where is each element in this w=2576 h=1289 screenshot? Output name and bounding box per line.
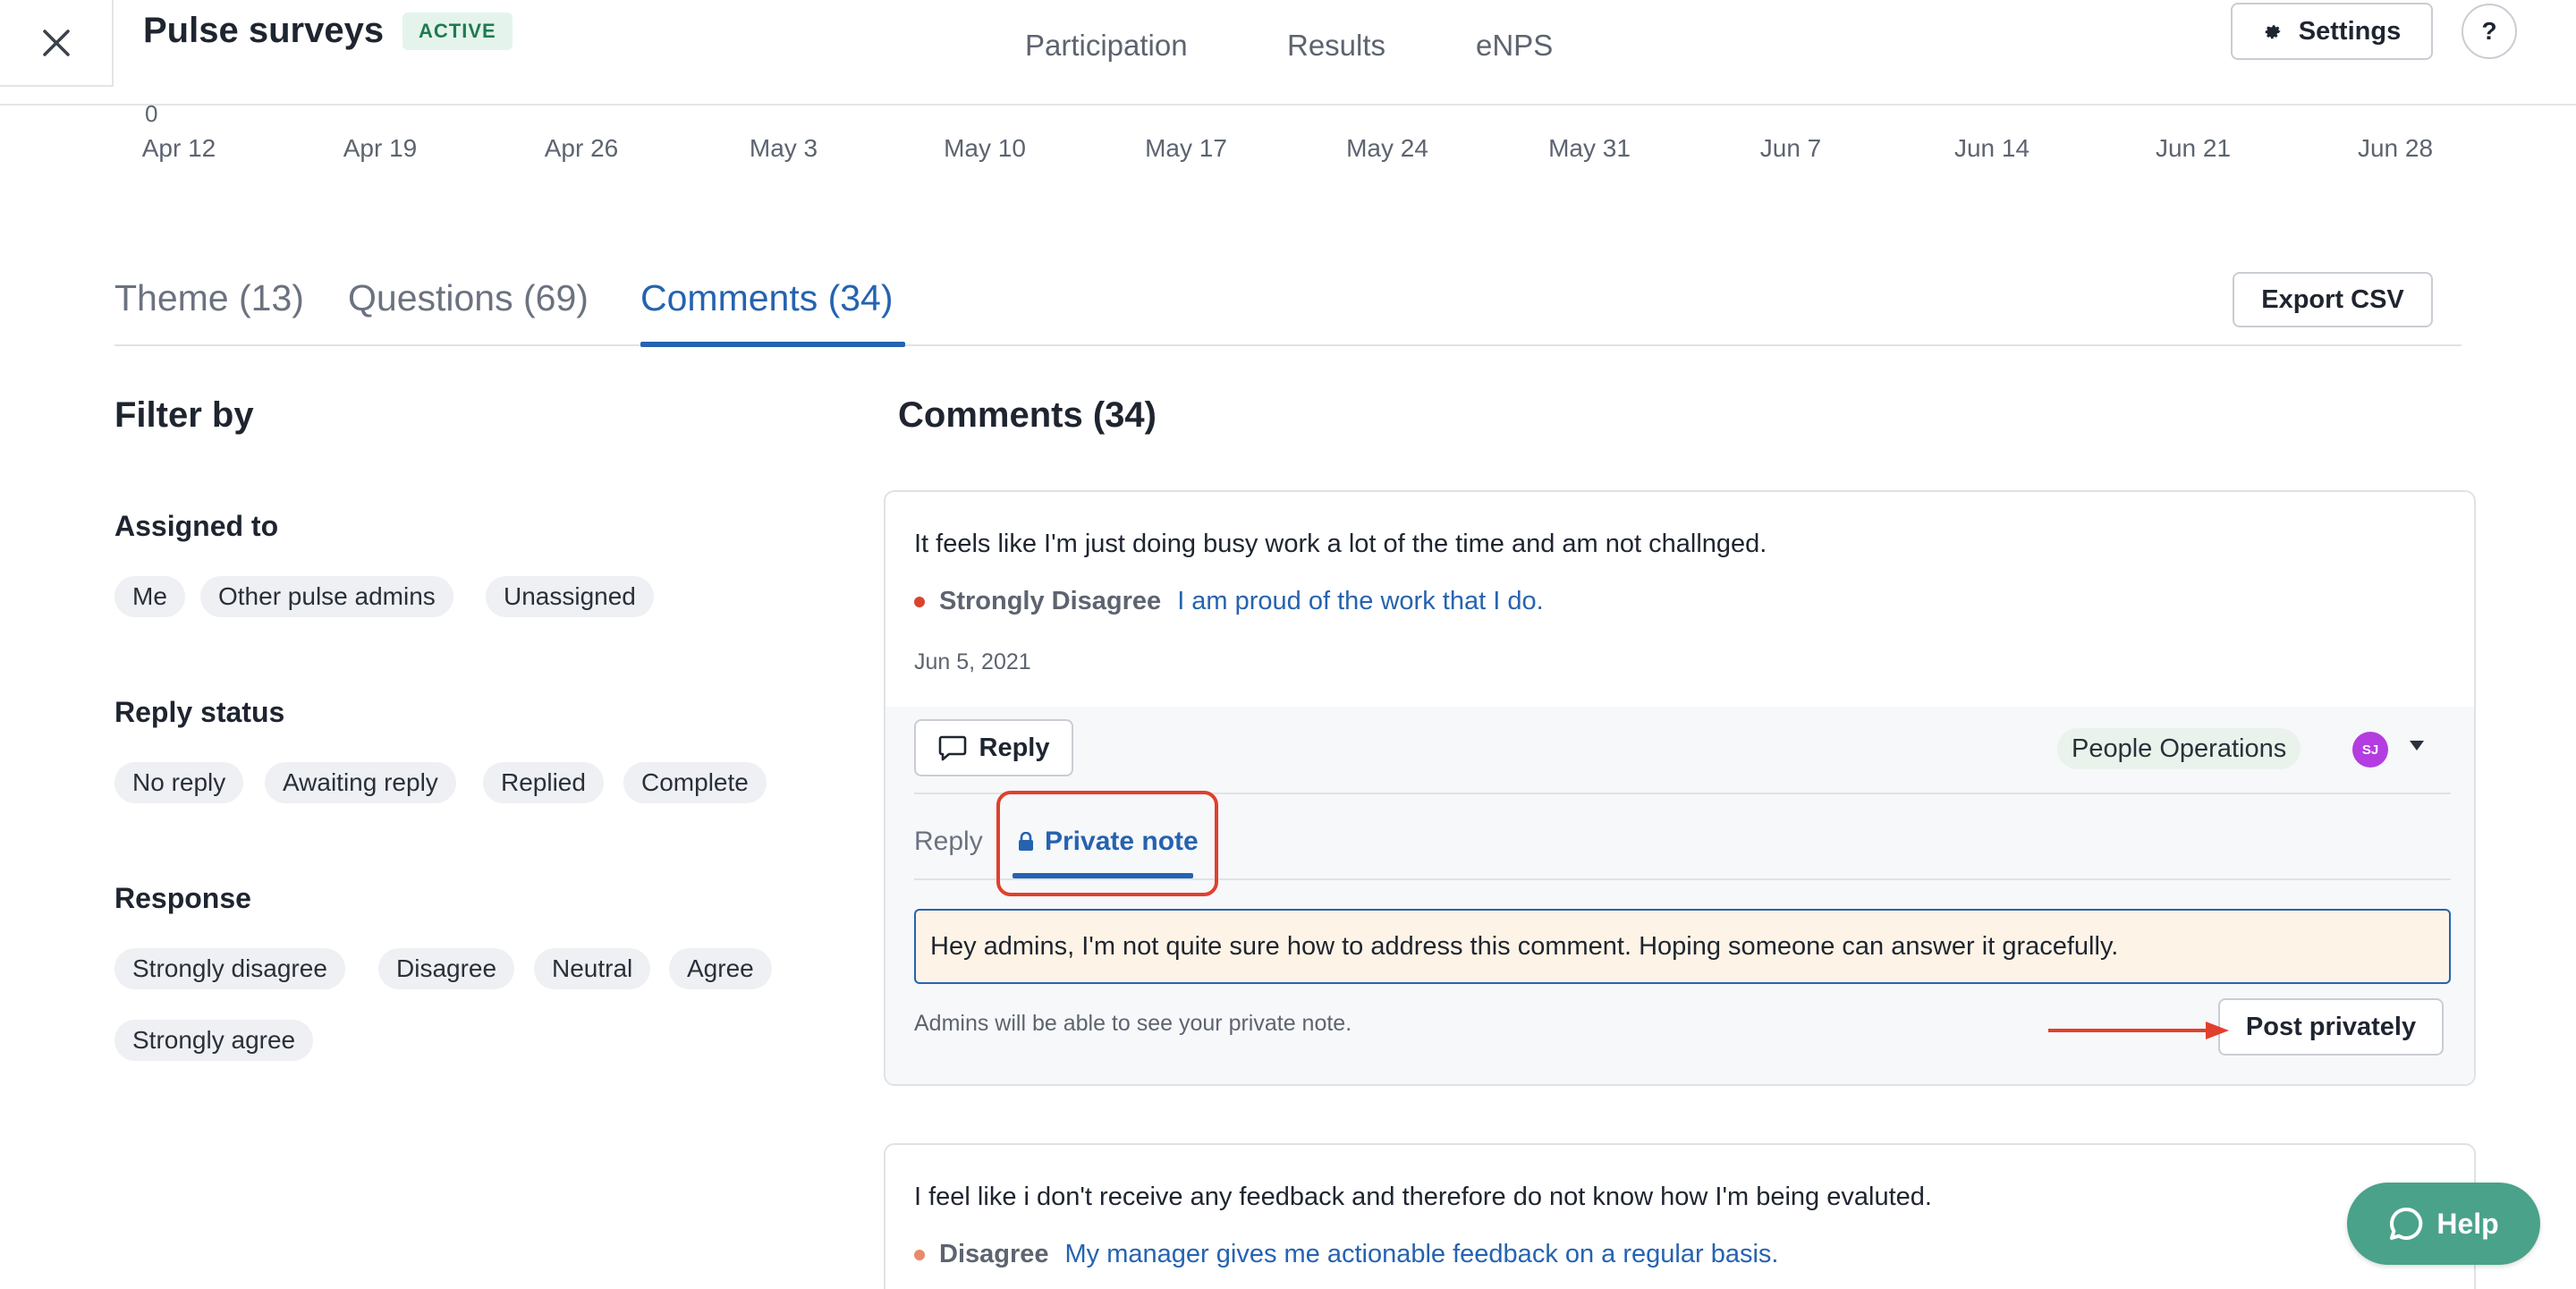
filter-heading-reply-status: Reply status (114, 696, 285, 728)
status-badge: ACTIVE (402, 13, 513, 50)
axis-tick: May 17 (1145, 134, 1227, 162)
private-note-input[interactable] (914, 909, 2451, 984)
highlight-annotation (996, 791, 1218, 896)
filter-chip-me[interactable]: Me (114, 576, 185, 617)
tabs-divider (114, 344, 2462, 346)
comment-card: I feel like i don't receive any feedback… (884, 1143, 2476, 1289)
filter-heading-assigned: Assigned to (114, 510, 279, 542)
export-csv-button[interactable]: Export CSV (2233, 272, 2433, 327)
filter-heading-response: Response (114, 882, 251, 914)
tab-comments[interactable]: Comments (34) (640, 277, 894, 319)
axis-tick: Apr 26 (544, 134, 619, 162)
filter-chip-other-admins[interactable]: Other pulse admins (200, 576, 453, 617)
filter-chip-no-reply[interactable]: No reply (114, 762, 244, 803)
axis-tick: May 24 (1346, 134, 1428, 162)
nav-enps[interactable]: eNPS (1476, 29, 1553, 63)
reply-button-label: Reply (979, 733, 1050, 762)
filter-chip-strongly-disagree[interactable]: Strongly disagree (114, 948, 345, 989)
comments-title: Comments (34) (898, 395, 1157, 435)
close-button[interactable] (0, 0, 114, 87)
help-question-button[interactable]: ? (2462, 4, 2517, 59)
private-note-hint: Admins will be able to see your private … (914, 1011, 1352, 1036)
top-header: Pulse surveys ACTIVE Participation Resul… (0, 0, 2576, 106)
chat-bubble-icon (2390, 1207, 2423, 1240)
comment-card: It feels like I'm just doing busy work a… (884, 490, 2476, 1086)
axis-tick: Apr 12 (141, 134, 216, 162)
axis-tick: Apr 19 (343, 134, 418, 162)
speech-bubble-icon (938, 735, 966, 761)
question-link[interactable]: My manager gives me actionable feedback … (1065, 1240, 1779, 1269)
avatar[interactable]: SJ (2352, 732, 2388, 767)
filter-chip-neutral[interactable]: Neutral (534, 948, 651, 989)
tab-theme[interactable]: Theme (13) (114, 277, 304, 319)
help-chat-label: Help (2436, 1207, 2499, 1240)
filter-chip-awaiting-reply[interactable]: Awaiting reply (265, 762, 456, 803)
axis-tick: Jun 28 (2357, 134, 2434, 162)
reply-button[interactable]: Reply (914, 719, 1073, 776)
settings-label: Settings (2298, 16, 2402, 46)
axis-tick: May 3 (749, 134, 818, 162)
filter-title: Filter by (114, 395, 254, 435)
filter-chip-strongly-agree[interactable]: Strongly agree (114, 1020, 314, 1061)
axis-tick: Jun 21 (2155, 134, 2232, 162)
response-label: Disagree (939, 1240, 1049, 1268)
comment-text: I feel like i don't receive any feedback… (914, 1183, 1932, 1211)
axis-tick: May 10 (944, 134, 1026, 162)
filter-chip-replied[interactable]: Replied (483, 762, 604, 803)
comment-meta: Strongly Disagree I am proud of the work… (914, 587, 1544, 616)
question-link[interactable]: I am proud of the work that I do. (1177, 587, 1543, 616)
department-chip[interactable]: People Operations (2057, 728, 2301, 769)
post-privately-button[interactable]: Post privately (2218, 998, 2444, 1056)
filter-chip-unassigned[interactable]: Unassigned (486, 576, 654, 617)
comment-date: Jun 5, 2021 (914, 649, 1031, 674)
response-dot-icon (914, 596, 925, 607)
help-chat-button[interactable]: Help (2347, 1183, 2540, 1265)
axis-tick: May 31 (1548, 134, 1631, 162)
chevron-down-icon[interactable] (2410, 741, 2424, 751)
tab-questions[interactable]: Questions (69) (348, 277, 589, 319)
settings-button[interactable]: Settings (2231, 3, 2433, 60)
page-title: Pulse surveys (143, 11, 385, 50)
comment-meta: Disagree My manager gives me actionable … (914, 1240, 1778, 1269)
close-icon (42, 29, 70, 56)
comment-text: It feels like I'm just doing busy work a… (914, 530, 1767, 558)
arrow-annotation-icon (2048, 1022, 2229, 1039)
nav-participation[interactable]: Participation (1025, 29, 1188, 63)
filter-chip-disagree[interactable]: Disagree (378, 948, 515, 989)
axis-zero-label: 0 (145, 100, 158, 127)
nav-results[interactable]: Results (1287, 29, 1385, 63)
gear-icon (2265, 25, 2281, 39)
axis-tick: Jun 7 (1759, 134, 1822, 162)
filter-chip-agree[interactable]: Agree (669, 948, 772, 989)
active-tab-indicator (640, 342, 905, 347)
axis-tick: Jun 14 (1953, 134, 2030, 162)
filter-chip-complete[interactable]: Complete (623, 762, 767, 803)
response-dot-icon (914, 1249, 925, 1260)
subtab-reply[interactable]: Reply (914, 827, 983, 857)
response-label: Strongly Disagree (939, 587, 1162, 615)
